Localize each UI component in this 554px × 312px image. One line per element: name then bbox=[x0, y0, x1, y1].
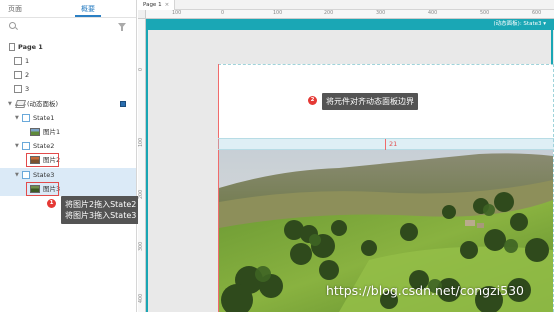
ruler-label: 400 bbox=[139, 293, 144, 303]
ruler-label: 100 bbox=[273, 11, 283, 16]
distance-label: 21 bbox=[389, 140, 398, 148]
page-icon bbox=[9, 43, 15, 51]
tree-item-label: (动态面板) bbox=[27, 100, 59, 108]
tab-outline[interactable]: 概要 bbox=[81, 4, 95, 14]
highlight-frame bbox=[26, 182, 59, 196]
expand-caret-icon[interactable]: ▼ bbox=[15, 111, 19, 125]
callout-line: 将图片3拖入State3 bbox=[65, 211, 137, 220]
tree-item-label: State1 bbox=[33, 114, 55, 122]
tab-pages[interactable]: 页面 bbox=[8, 4, 22, 14]
tree-item-1[interactable]: 1 bbox=[0, 54, 136, 68]
ruler-label: 200 bbox=[324, 11, 334, 16]
design-canvas[interactable]: Page 1 × 100 0 100 200 300 400 500 600 0 … bbox=[138, 0, 554, 312]
distance-guide bbox=[385, 139, 386, 150]
watermark-text: https://blog.csdn.net/congzi530 bbox=[326, 283, 524, 298]
outline-panel: 页面 概要 Page 1 1 2 3 ▼ (动态面板) ▼ State1 图片1… bbox=[0, 0, 141, 312]
ruler-label: 400 bbox=[428, 11, 438, 16]
state-selector[interactable]: (动态面板): State3 ▾ bbox=[494, 19, 546, 30]
tree-item-label: State3 bbox=[33, 171, 55, 179]
ruler-label: 100 bbox=[139, 137, 144, 147]
filter-icon[interactable] bbox=[118, 23, 127, 31]
document-tab-bar: Page 1 × bbox=[138, 0, 554, 10]
instruction-callout: 将图片2拖入State2 将图片3拖入State3 bbox=[61, 196, 141, 224]
tree-item-image2[interactable]: 图片2 bbox=[0, 153, 136, 167]
ruler-label: 500 bbox=[480, 11, 490, 16]
tree-item-label: State2 bbox=[33, 142, 55, 150]
tree-item-label: 图片1 bbox=[43, 128, 61, 136]
step-badge: 2 bbox=[308, 96, 317, 105]
tree-item-image3[interactable]: 图片3 bbox=[0, 182, 136, 196]
search-icon[interactable] bbox=[9, 22, 16, 29]
tree-item-page1[interactable]: Page 1 bbox=[0, 40, 136, 54]
shape-icon bbox=[14, 71, 22, 79]
ruler-label: 100 bbox=[172, 11, 182, 16]
tree-item-2[interactable]: 2 bbox=[0, 68, 136, 82]
instruction-callout: 将元件对齐动态面板边界 bbox=[322, 93, 418, 110]
state-icon bbox=[22, 142, 30, 150]
tab-page1[interactable]: Page 1 × bbox=[138, 0, 176, 10]
callout-line: 将图片2拖入State2 bbox=[65, 200, 137, 209]
panel-edge-line bbox=[146, 30, 148, 312]
expand-caret-icon[interactable]: ▼ bbox=[8, 97, 12, 111]
state-icon bbox=[22, 114, 30, 122]
tree-item-label: 3 bbox=[25, 85, 30, 93]
dynamic-panel-icon bbox=[15, 100, 24, 108]
state-icon bbox=[22, 171, 30, 179]
horizontal-ruler: 100 0 100 200 300 400 500 600 bbox=[146, 10, 554, 19]
tree-item-state2[interactable]: ▼ State2 bbox=[0, 139, 136, 153]
selection-band bbox=[218, 138, 554, 150]
step-badge: 1 bbox=[47, 199, 56, 208]
visibility-flag-icon[interactable] bbox=[120, 101, 126, 107]
tree-item-label: 2 bbox=[25, 71, 30, 79]
ruler-label: 200 bbox=[139, 189, 144, 199]
shape-icon bbox=[14, 57, 22, 65]
ruler-label: 300 bbox=[139, 241, 144, 251]
tree-item-label: Page 1 bbox=[18, 43, 43, 51]
dynamic-panel-state-bar: (动态面板): State3 ▾ bbox=[146, 19, 554, 30]
shape-icon bbox=[14, 85, 22, 93]
tree-item-state3[interactable]: ▼ State3 bbox=[0, 168, 136, 182]
search-row bbox=[0, 18, 136, 36]
tree-item-image1[interactable]: 图片1 bbox=[0, 125, 136, 139]
ruler-label: 0 bbox=[139, 67, 144, 71]
highlight-frame bbox=[26, 153, 59, 167]
tab-label: Page 1 bbox=[143, 2, 162, 8]
close-icon[interactable]: × bbox=[165, 2, 170, 8]
ruler-label: 300 bbox=[376, 11, 386, 16]
tree-item-3[interactable]: 3 bbox=[0, 82, 136, 96]
tree-item-state1[interactable]: ▼ State1 bbox=[0, 111, 136, 125]
vertical-ruler: 0 100 200 300 400 bbox=[138, 19, 146, 312]
ruler-label: 600 bbox=[532, 11, 542, 16]
active-tab-indicator bbox=[75, 15, 101, 17]
panel-tabs: 页面 概要 bbox=[0, 0, 136, 18]
expand-caret-icon[interactable]: ▼ bbox=[15, 168, 19, 182]
tree-item-label: 1 bbox=[25, 57, 30, 65]
image-icon bbox=[30, 128, 40, 136]
expand-caret-icon[interactable]: ▼ bbox=[15, 139, 19, 153]
tree-item-dynamic-panel[interactable]: ▼ (动态面板) bbox=[0, 97, 136, 111]
ruler-corner bbox=[138, 10, 146, 19]
ruler-label: 0 bbox=[221, 11, 225, 16]
